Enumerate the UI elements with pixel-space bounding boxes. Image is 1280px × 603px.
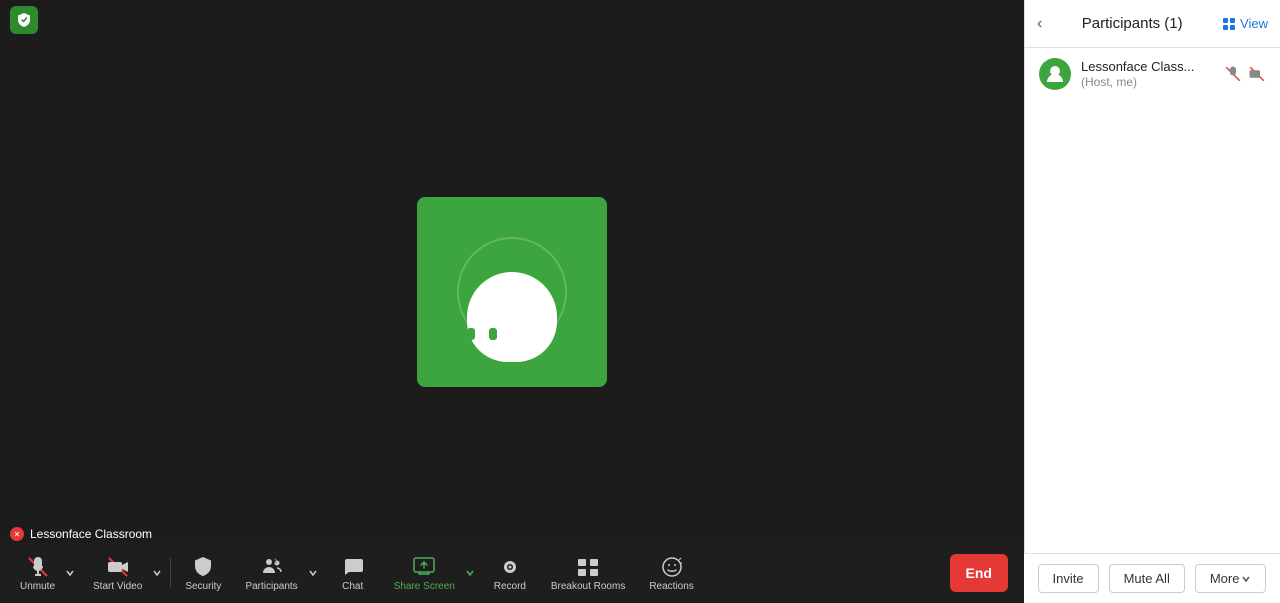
- participant-avatar: [1039, 58, 1071, 90]
- breakout-rooms-button[interactable]: Breakout Rooms: [543, 545, 633, 601]
- record-label: Record: [494, 581, 526, 592]
- participant-name: Lessonface Class... (Host, me): [1081, 59, 1214, 89]
- end-button[interactable]: End: [950, 554, 1008, 592]
- more-button[interactable]: More: [1195, 564, 1267, 593]
- record-group: Record: [481, 543, 539, 603]
- share-screen-chevron[interactable]: [463, 545, 477, 601]
- participant-mute-icon: [1224, 65, 1242, 83]
- participants-group: 1 Participants: [233, 543, 323, 603]
- participant-role: (Host, me): [1081, 75, 1137, 89]
- unmute-button[interactable]: Unmute: [12, 545, 63, 601]
- participants-chevron[interactable]: [306, 545, 320, 601]
- participant-list-item: Lessonface Class... (Host, me): [1025, 48, 1280, 100]
- chat-button[interactable]: Chat: [328, 545, 378, 601]
- panel-title: Participants (1): [1050, 15, 1214, 32]
- unmute-label: Unmute: [20, 581, 55, 592]
- main-video-area: ✕ Lessonface Classroom Unmute: [0, 0, 1024, 603]
- view-label: View: [1240, 16, 1268, 31]
- share-screen-button[interactable]: Share Screen: [386, 545, 463, 601]
- divider-1: [170, 558, 171, 588]
- start-video-label: Start Video: [93, 581, 142, 592]
- panel-footer: Invite Mute All More: [1024, 553, 1280, 603]
- video-area: [0, 40, 1024, 543]
- user-name-label: ✕ Lessonface Classroom: [10, 527, 152, 541]
- share-screen-group: Share Screen: [382, 543, 481, 603]
- avatar-eye-left: [467, 328, 475, 340]
- reactions-group: Reactions: [637, 543, 705, 603]
- participant-display-name: Lessonface Class...: [1081, 59, 1194, 74]
- security-button[interactable]: Security: [177, 545, 229, 601]
- start-video-chevron[interactable]: [150, 545, 164, 601]
- panel-header: ‹ Participants (1) View: [1025, 0, 1280, 48]
- unmute-chevron[interactable]: [63, 545, 77, 601]
- top-bar: [0, 0, 1024, 40]
- avatar-eyes: [467, 328, 497, 340]
- invite-button[interactable]: Invite: [1038, 564, 1099, 593]
- security-label: Security: [185, 581, 221, 592]
- chat-group: Chat: [324, 543, 382, 603]
- chat-label: Chat: [342, 581, 363, 592]
- reactions-button[interactable]: Reactions: [641, 545, 701, 601]
- avatar-eye-right: [489, 328, 497, 340]
- view-button[interactable]: View: [1222, 16, 1268, 31]
- avatar-face: [452, 232, 572, 352]
- reactions-label: Reactions: [649, 581, 693, 592]
- shield-icon: [10, 6, 38, 34]
- more-label: More: [1210, 571, 1240, 586]
- muted-icon: ✕: [10, 527, 24, 541]
- participants-button[interactable]: 1 Participants: [237, 545, 305, 601]
- breakout-rooms-label: Breakout Rooms: [551, 581, 625, 592]
- mute-all-button[interactable]: Mute All: [1109, 564, 1185, 593]
- security-group: Security: [173, 543, 233, 603]
- start-video-group: Start Video: [81, 543, 168, 603]
- participant-video-icon: [1248, 65, 1266, 83]
- avatar-body: [467, 272, 557, 362]
- record-button[interactable]: Record: [485, 545, 535, 601]
- share-screen-label: Share Screen: [394, 581, 455, 592]
- user-avatar-card: [417, 197, 607, 387]
- toolbar-right: End: [950, 554, 1016, 592]
- start-video-button[interactable]: Start Video: [85, 545, 150, 601]
- panel-collapse-chevron[interactable]: ‹: [1037, 15, 1042, 33]
- participants-label: Participants: [245, 581, 297, 592]
- participants-panel: ‹ Participants (1) View Lessonface Class…: [1024, 0, 1280, 603]
- user-display-name: Lessonface Classroom: [30, 527, 152, 541]
- breakout-rooms-group: Breakout Rooms: [539, 543, 637, 603]
- participant-actions: [1224, 65, 1266, 83]
- toolbar: Unmute Start Video: [0, 543, 1024, 603]
- unmute-group: Unmute: [8, 543, 81, 603]
